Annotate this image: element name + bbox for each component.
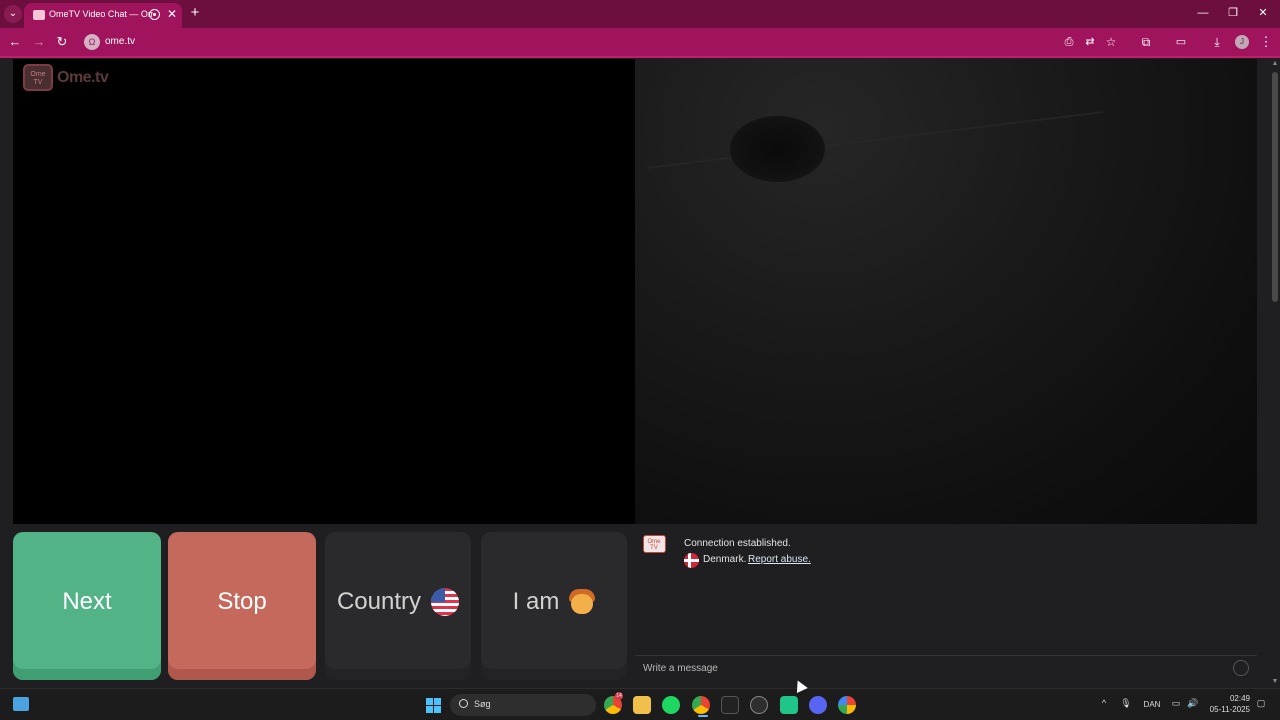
scroll-down-icon[interactable]: ▼ [1271, 678, 1279, 686]
address-bar[interactable]: ome.tv [105, 36, 225, 50]
windows-start-icon[interactable] [426, 698, 441, 713]
volume-icon[interactable]: 🔊 [1186, 698, 1200, 709]
restore-button[interactable]: ❐ [1223, 4, 1243, 22]
active-app-indicator [698, 715, 708, 717]
tab-ometv[interactable]: OmeTV Video Chat — Omegle ✕ [24, 3, 182, 28]
message-input[interactable] [635, 656, 1257, 680]
menu-kebab-icon[interactable]: ⋮ [1257, 33, 1275, 51]
windows-taskbar: Søg 14 ^ 🎙 DAN ▭ 🔊 02:49 05-11-2025 ▢ [0, 688, 1280, 720]
logo-brand-text: Ome.tv [57, 69, 109, 86]
terminal-icon[interactable] [721, 696, 739, 714]
microphone-icon[interactable]: 🎙 [1120, 698, 1132, 709]
next-button[interactable]: Next [13, 532, 161, 680]
us-flag-icon [431, 588, 460, 616]
tab-close-icon[interactable]: ✕ [165, 7, 179, 21]
ometv-favicon-icon [33, 10, 45, 20]
search-label: Søg [474, 699, 491, 709]
tray-overflow-icon[interactable]: ^ [1098, 698, 1110, 708]
ometv-logo[interactable]: Ome TV Ome.tv [23, 64, 115, 94]
chat-tv-logo-icon: Ome TV [643, 535, 666, 553]
my-video-panel [13, 59, 635, 524]
app-icon[interactable] [780, 696, 798, 714]
denmark-flag-icon [684, 553, 699, 568]
google-icon[interactable] [838, 696, 856, 714]
browser-toolbar: ← → ↻ ome.tv ⎙ ⇄ ☆ ⧉ ▭ ⤓ J ⋮ [0, 28, 1280, 57]
install-app-icon[interactable]: ⎙ [1060, 33, 1078, 51]
clock-date: 05-11-2025 [1209, 705, 1250, 714]
iam-label: I am [512, 588, 560, 615]
page-scrollbar[interactable]: ▲ ▼ [1270, 58, 1280, 688]
discord-icon[interactable] [809, 696, 827, 714]
emoji-icon[interactable] [1233, 660, 1249, 676]
tab-strip: ⌄ OmeTV Video Chat — Omegle ✕ + — ❐ ✕ [0, 0, 1280, 28]
new-tab-button[interactable]: + [187, 5, 203, 21]
chrome-profile-icon[interactable] [692, 696, 710, 714]
language-indicator[interactable]: DAN [1139, 700, 1165, 709]
downloads-icon[interactable]: ⤓ [1208, 33, 1226, 51]
boy-icon [569, 588, 596, 616]
stop-button[interactable]: Stop [168, 532, 316, 680]
partner-country: Denmark. [703, 554, 747, 565]
translate-icon[interactable]: ⇄ [1081, 33, 1099, 51]
report-abuse-link[interactable]: Report abuse. [748, 554, 811, 565]
partner-video-panel [635, 59, 1257, 524]
gender-button[interactable]: I am [481, 532, 627, 680]
scroll-thumb[interactable] [1272, 72, 1278, 302]
recording-icon [149, 9, 160, 20]
file-explorer-icon[interactable] [633, 696, 651, 714]
stop-label: Stop [217, 588, 267, 615]
minimize-button[interactable]: — [1193, 4, 1213, 22]
reload-button[interactable]: ↻ [53, 33, 71, 51]
connection-message: Connection established. [684, 538, 791, 549]
ceiling-edge [646, 110, 1104, 170]
bookmark-star-icon[interactable]: ☆ [1102, 33, 1120, 51]
clock[interactable]: 02:49 05-11-2025 [1206, 693, 1250, 715]
widgets-icon[interactable] [13, 697, 29, 711]
country-label: Country [336, 588, 422, 615]
profile-avatar[interactable]: J [1235, 35, 1249, 49]
cast-icon[interactable]: ▭ [1172, 33, 1190, 51]
chat-panel: Ome TV Connection established. Denmark. … [635, 524, 1257, 680]
next-label: Next [62, 588, 112, 615]
chat-logo-text: Ome TV [647, 539, 661, 551]
forward-button[interactable]: → [30, 33, 48, 51]
tab-title: OmeTV Video Chat — Omegle [49, 9, 153, 19]
country-button[interactable]: Country [325, 532, 471, 680]
clock-time: 02:49 [1229, 694, 1250, 703]
tab-search-button[interactable]: ⌄ [4, 5, 22, 23]
obs-icon[interactable] [750, 696, 768, 714]
back-button[interactable]: ← [6, 33, 24, 51]
close-window-button[interactable]: ✕ [1253, 4, 1273, 22]
extensions-icon[interactable]: ⧉ [1137, 33, 1155, 51]
taskbar-search[interactable]: Søg [450, 694, 596, 716]
tv-logo-icon: Ome TV [23, 64, 53, 91]
network-icon[interactable]: ▭ [1170, 698, 1182, 709]
scroll-up-icon[interactable]: ▲ [1271, 60, 1279, 68]
site-info-icon[interactable] [84, 34, 100, 50]
search-icon [459, 699, 468, 708]
notifications-icon[interactable]: ▢ [1255, 698, 1267, 709]
logo-tv-text: Ome TV [30, 71, 46, 86]
spotify-icon[interactable] [662, 696, 680, 714]
chrome-badge: 14 [615, 692, 623, 700]
ceiling-light [730, 116, 825, 182]
